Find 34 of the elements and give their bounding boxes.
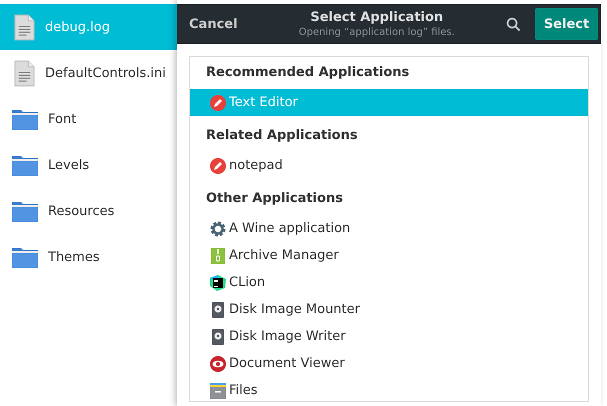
archive-icon	[210, 248, 226, 264]
folder-icon	[12, 246, 38, 268]
file-item[interactable]: Levels	[0, 142, 177, 188]
drawer-icon	[210, 382, 226, 398]
dialog-subtitle: Opening “application log” files.	[298, 26, 455, 38]
file-item[interactable]: Resources	[0, 188, 177, 234]
section-heading: Related Applications	[205, 127, 359, 145]
ide-icon	[210, 274, 226, 290]
application-item[interactable]: Disk Image Mounter	[190, 296, 588, 323]
file-item[interactable]: DefaultControls.ini	[0, 50, 177, 96]
section-heading: Recommended Applications	[205, 64, 410, 82]
cancel-button[interactable]: Cancel	[189, 16, 238, 32]
application-item[interactable]: Archive Manager	[190, 242, 588, 269]
dialog-title: Select Application	[310, 10, 444, 26]
pencil-icon	[210, 94, 226, 110]
folder-icon	[12, 108, 38, 130]
eye-icon	[210, 356, 226, 372]
section-heading: Other Applications	[205, 190, 344, 208]
file-icon	[14, 60, 35, 86]
search-icon[interactable]	[506, 16, 521, 32]
file-item[interactable]: Font	[0, 96, 177, 142]
application-item[interactable]: CLion	[190, 269, 588, 296]
select-button[interactable]: Select	[535, 8, 598, 40]
application-item[interactable]: Document Viewer	[190, 350, 588, 377]
application-item[interactable]: notepad	[190, 152, 588, 179]
folder-icon	[12, 154, 38, 176]
file-icon	[14, 14, 35, 40]
gear-icon	[210, 220, 226, 236]
file-item[interactable]: Themes	[0, 234, 177, 280]
folder-icon	[12, 200, 38, 222]
application-item[interactable]: Disk Image Writer	[190, 323, 588, 350]
application-item[interactable]: Files	[190, 377, 588, 401]
pencil-icon	[210, 158, 226, 174]
application-item[interactable]: A Wine application	[190, 215, 588, 242]
